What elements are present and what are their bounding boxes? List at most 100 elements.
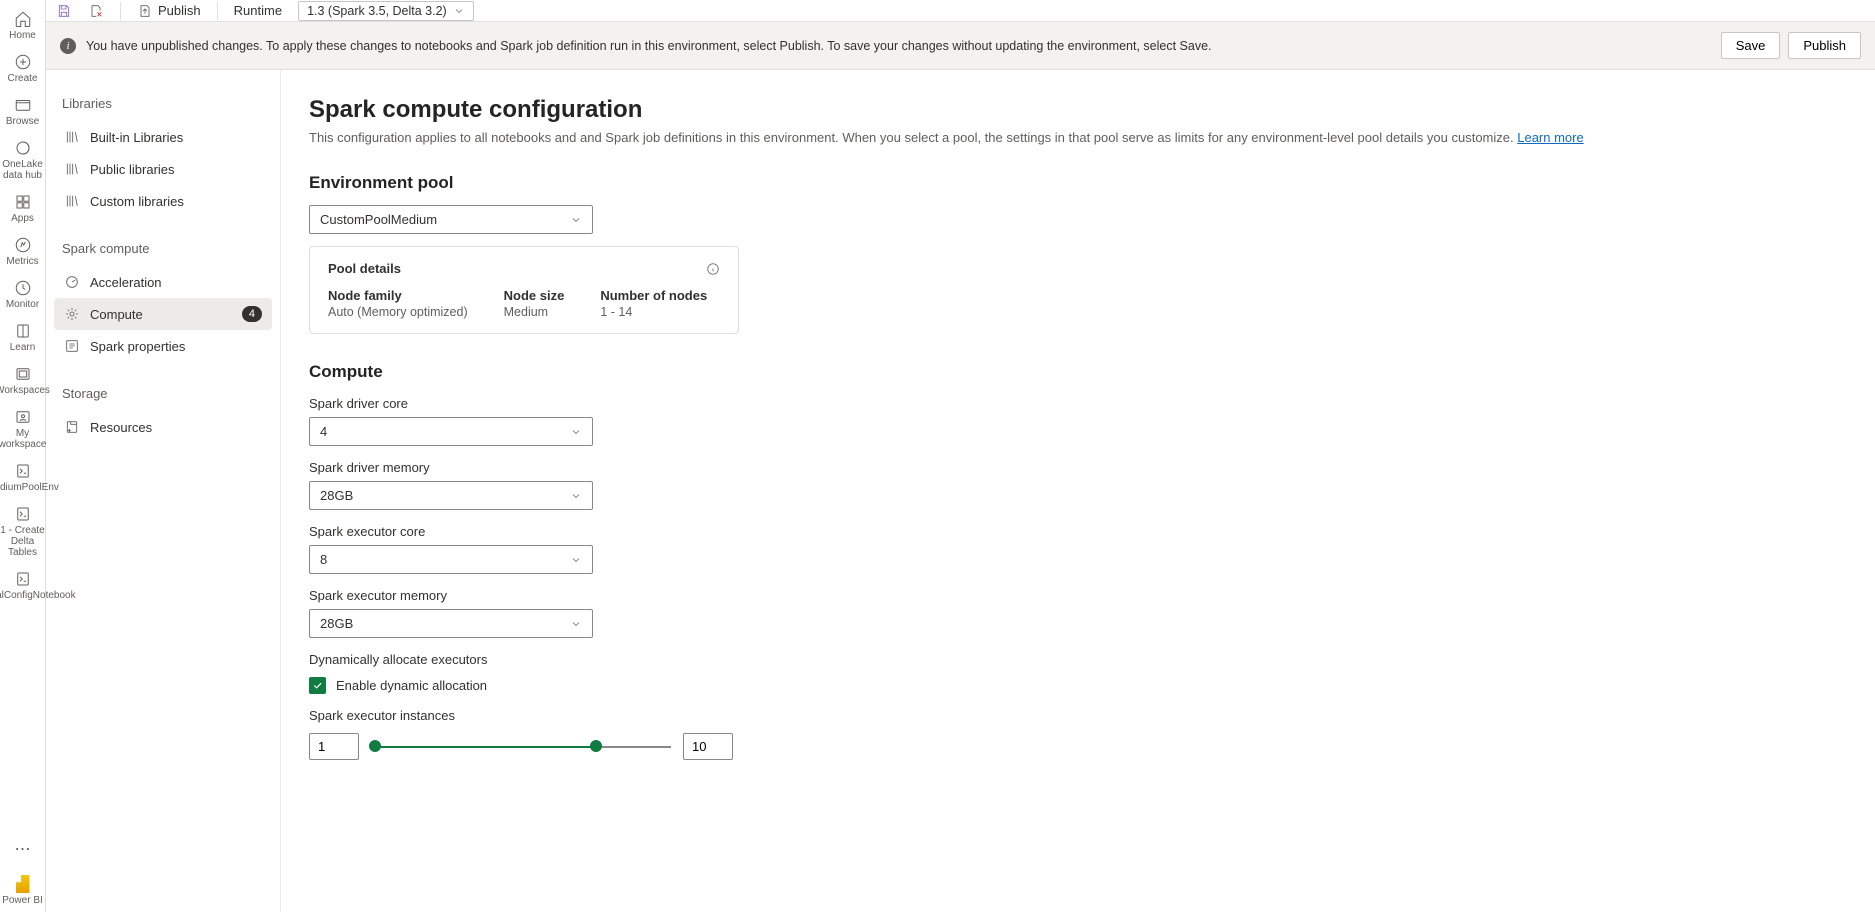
rail-apps[interactable]: Apps [0,187,46,230]
slider-thumb-min[interactable] [369,740,381,752]
sidebar-item-compute[interactable]: Compute 4 [54,298,272,330]
rail-recent-2[interactable]: 1 - Create Delta Tables [0,499,46,564]
sidebar-group-storage: Storage [54,380,272,411]
pool-node-size-value: Medium [504,305,565,319]
main-content: Spark compute configuration This configu… [281,70,1875,912]
environment-pool-heading: Environment pool [309,173,1847,193]
sidebar-group-libraries: Libraries [54,90,272,121]
pool-node-size-label: Node size [504,288,565,303]
chevron-down-icon [570,426,582,438]
page-description-text: This configuration applies to all notebo… [309,130,1517,145]
sidebar-label: Built-in Libraries [90,130,183,145]
rail-more[interactable]: ⋯ [15,829,31,869]
publish-toolbar-button[interactable]: Publish [137,3,201,19]
sidebar-item-spark-properties[interactable]: Spark properties [54,330,272,362]
executor-memory-label: Spark executor memory [309,588,1847,603]
slider-thumb-max[interactable] [590,740,602,752]
save-icon-button[interactable] [56,3,72,19]
sidebar-item-acceleration[interactable]: Acceleration [54,266,272,298]
driver-memory-select[interactable]: 28GB [309,481,593,510]
chevron-down-icon [570,554,582,566]
rail-monitor[interactable]: Monitor [0,273,46,316]
publish-toolbar-label: Publish [158,3,201,18]
info-icon[interactable] [706,262,720,276]
pool-num-nodes-label: Number of nodes [600,288,707,303]
rail-recent-3[interactable]: OptimalConfigNotebook [0,564,46,607]
rail-recent-2-label: 1 - Create Delta Tables [0,525,46,558]
pool-details-card: Pool details Node family Auto (Memory opt… [309,246,739,334]
executor-instances-slider[interactable] [371,744,671,750]
rail-onelake-label: OneLake data hub [0,159,46,181]
page-description: This configuration applies to all notebo… [309,130,1847,145]
runtime-label: Runtime [234,3,282,18]
driver-memory-value: 28GB [320,488,353,503]
runtime-dropdown[interactable]: 1.3 (Spark 3.5, Delta 3.2) [298,1,474,21]
pool-details-title: Pool details [328,261,401,276]
rail-metrics[interactable]: Metrics [0,230,46,273]
executor-instances-min-input[interactable] [309,733,359,760]
sidebar-label: Custom libraries [90,194,184,209]
dynamic-allocation-check-label: Enable dynamic allocation [336,678,487,693]
sidebar-item-builtin-libraries[interactable]: Built-in Libraries [54,121,272,153]
compute-heading: Compute [309,362,1847,382]
sidebar-label: Public libraries [90,162,175,177]
pool-node-family-label: Node family [328,288,468,303]
chevron-down-icon [453,5,465,17]
sidebar-item-resources[interactable]: Resources [54,411,272,443]
check-icon [312,680,323,691]
rail-learn[interactable]: Learn [0,316,46,359]
pool-num-nodes-value: 1 - 14 [600,305,707,319]
rail-apps-label: Apps [11,213,34,224]
rail-browse[interactable]: Browse [0,90,46,133]
save-button[interactable]: Save [1721,32,1781,59]
rail-recent-1[interactable]: MediumPoolEnv [0,456,46,499]
executor-core-value: 8 [320,552,327,567]
sidebar-label: Compute [90,307,143,322]
chevron-down-icon [570,618,582,630]
rail-my-workspace[interactable]: My workspace [0,402,46,456]
executor-core-select[interactable]: 8 [309,545,593,574]
executor-memory-select[interactable]: 28GB [309,609,593,638]
dynamic-allocation-label: Dynamically allocate executors [309,652,1847,667]
executor-instances-label: Spark executor instances [309,708,1847,723]
page-title: Spark compute configuration [309,96,1847,124]
sidebar-label: Spark properties [90,339,185,354]
notice-text: You have unpublished changes. To apply t… [86,39,1713,53]
executor-memory-value: 28GB [320,616,353,631]
discard-icon-button[interactable] [88,3,104,19]
sidebar-label: Acceleration [90,275,162,290]
runtime-value: 1.3 (Spark 3.5, Delta 3.2) [307,4,447,18]
sidebar-item-custom-libraries[interactable]: Custom libraries [54,185,272,217]
rail-browse-label: Browse [6,116,39,127]
rail-my-workspace-label: My workspace [0,428,46,450]
executor-core-label: Spark executor core [309,524,1847,539]
powerbi-icon [16,875,30,893]
rail-home-label: Home [9,30,36,41]
environment-pool-select[interactable]: CustomPoolMedium [309,205,593,234]
executor-instances-max-input[interactable] [683,733,733,760]
top-toolbar: Publish Runtime 1.3 (Spark 3.5, Delta 3.… [46,0,1875,22]
sidebar-group-spark-compute: Spark compute [54,235,272,266]
rail-workspaces[interactable]: Workspaces [0,359,46,402]
driver-core-label: Spark driver core [309,396,1847,411]
rail-create[interactable]: Create [0,47,46,90]
rail-learn-label: Learn [10,342,36,353]
rail-powerbi[interactable]: Power BI [0,869,46,912]
compute-badge: 4 [242,306,262,322]
environment-pool-value: CustomPoolMedium [320,212,437,227]
pool-node-family-value: Auto (Memory optimized) [328,305,468,319]
rail-onelake[interactable]: OneLake data hub [0,133,46,187]
sidebar-item-public-libraries[interactable]: Public libraries [54,153,272,185]
driver-core-select[interactable]: 4 [309,417,593,446]
rail-workspaces-label: Workspaces [0,385,50,396]
settings-sidebar: Libraries Built-in Libraries Public libr… [46,70,281,912]
learn-more-link[interactable]: Learn more [1517,130,1583,145]
unpublished-notice: i You have unpublished changes. To apply… [46,22,1875,70]
publish-button[interactable]: Publish [1788,32,1861,59]
rail-home[interactable]: Home [0,4,46,47]
dynamic-allocation-checkbox[interactable] [309,677,326,694]
left-nav-rail: Home Create Browse OneLake data hub Apps… [0,0,46,912]
driver-core-value: 4 [320,424,327,439]
rail-create-label: Create [7,73,37,84]
rail-metrics-label: Metrics [6,256,38,267]
